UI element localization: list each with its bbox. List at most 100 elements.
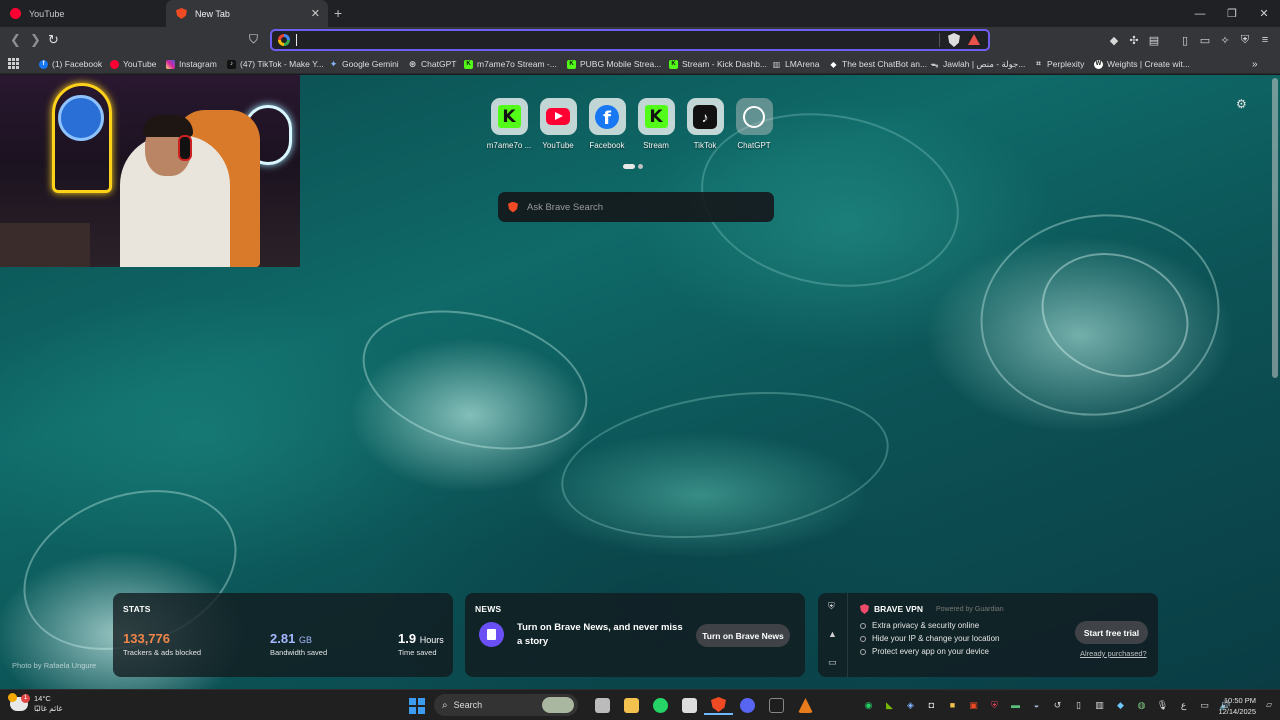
window-close-button[interactable]: ✕: [1248, 0, 1280, 27]
bookmark-kick-dashboard[interactable]: K Stream - Kick Dashb...: [669, 57, 767, 71]
tab-label: YouTube: [29, 8, 65, 19]
top-site-stream[interactable]: K Stream: [637, 98, 675, 150]
site-label: ChatGPT: [737, 141, 771, 150]
bookmark-gemini[interactable]: ✦ Google Gemini: [329, 57, 399, 71]
shield-tray-icon[interactable]: ⛨: [984, 698, 1005, 712]
bookmark-perplexity[interactable]: ⌗ Perplexity: [1034, 57, 1084, 71]
minimize-button[interactable]: —: [1184, 0, 1216, 27]
vpn-header: BRAVE VPN Powered by Guardian: [860, 604, 1004, 614]
facebook-icon: f: [595, 104, 619, 129]
news-card: NEWS Turn on Brave News, and never miss …: [465, 593, 805, 677]
pager-dot[interactable]: [638, 164, 643, 169]
whatsapp-icon[interactable]: [646, 696, 675, 715]
nvidia-icon[interactable]: ◣: [879, 698, 900, 712]
leo-ai-icon[interactable]: ✧: [1215, 33, 1235, 47]
bookmark-instagram[interactable]: Instagram: [166, 57, 217, 71]
menu-icon[interactable]: ≡: [1255, 33, 1275, 47]
apps-grid-icon[interactable]: [8, 58, 19, 69]
back-button[interactable]: ❮: [10, 32, 21, 48]
vpn-shield-icon[interactable]: ⛨: [828, 601, 835, 612]
scrollbar[interactable]: [1272, 78, 1278, 378]
talk-icon[interactable]: ▭: [828, 657, 837, 668]
clock-time: 10:50 PM: [1223, 696, 1256, 705]
desk: [0, 223, 90, 267]
start-free-trial-button[interactable]: Start free trial: [1075, 621, 1148, 644]
app-tray-icon[interactable]: ↺: [1047, 698, 1068, 712]
clock[interactable]: 10:50 PM 12/14/2025: [1196, 695, 1256, 717]
bookmark-m7ame7o-stream[interactable]: Km7ame7o Stream -...: [464, 57, 557, 71]
taskbar-search[interactable]: ⌕ Search: [434, 694, 578, 716]
brave-rewards-icon[interactable]: [968, 34, 980, 45]
brave-search-box[interactable]: Ask Brave Search: [498, 192, 774, 222]
top-site-chatgpt[interactable]: ChatGPT: [735, 98, 773, 150]
rewards-icon[interactable]: ▲: [828, 629, 837, 639]
app-tray-icon[interactable]: ■: [942, 698, 963, 712]
notification-icon[interactable]: ▱: [1266, 700, 1272, 709]
app-tray-icon[interactable]: ◆: [1110, 698, 1131, 712]
sidebar-icon[interactable]: ▯: [1175, 33, 1195, 47]
bookmark-facebook[interactable]: f (1) Facebook: [39, 57, 102, 71]
bookmark-label: PUBG Mobile Strea...: [580, 59, 662, 69]
vpn-icon[interactable]: ⛨: [1235, 33, 1255, 47]
discord-icon[interactable]: [733, 696, 762, 715]
bookmark-chatgpt[interactable]: ⊛ ChatGPT: [408, 57, 457, 71]
facebook-icon: f: [39, 59, 48, 69]
app-tray-icon[interactable]: ▬: [1005, 698, 1026, 712]
brave-browser-icon[interactable]: [704, 696, 733, 715]
restore-button[interactable]: ❐: [1216, 0, 1248, 27]
usb-icon[interactable]: ▯: [1068, 698, 1089, 712]
bookmark-weights[interactable]: W Weights | Create wit...: [1094, 57, 1190, 71]
whatsapp-tray-icon[interactable]: ◉: [858, 698, 879, 712]
turn-on-news-button[interactable]: Turn on Brave News: [696, 624, 790, 647]
reload-button[interactable]: ↻: [48, 32, 59, 48]
bookmark-youtube[interactable]: YouTube: [110, 57, 156, 71]
customize-gear-icon[interactable]: ⚙: [1236, 97, 1247, 111]
app-tray-icon[interactable]: ▥: [1089, 698, 1110, 712]
wallet-panel-icon[interactable]: ▭: [1195, 33, 1215, 47]
windows-start-icon[interactable]: [409, 698, 425, 714]
pager-dot-active[interactable]: [623, 164, 635, 169]
address-bar[interactable]: [270, 29, 990, 51]
bookmark-jawlah[interactable]: ᯓ Jawlah | جولة - منص...: [930, 57, 1026, 71]
app-icon[interactable]: [791, 696, 820, 715]
xbox-icon[interactable]: ◍: [1131, 698, 1152, 712]
close-icon[interactable]: ✕: [311, 7, 320, 20]
brave-shields-icon[interactable]: [948, 33, 960, 47]
bookmarks-overflow-icon[interactable]: »: [1252, 57, 1258, 71]
tab-youtube[interactable]: YouTube: [0, 0, 166, 27]
weather-widget[interactable]: 1 14°C غائم غالبًا: [8, 693, 62, 714]
media-icon[interactable]: ▤: [1144, 33, 1164, 47]
bookmark-pubg-stream[interactable]: K PUBG Mobile Strea...: [567, 57, 661, 71]
language-indicator[interactable]: ع: [1173, 698, 1194, 712]
forward-button[interactable]: ❯: [30, 32, 41, 48]
terminal-icon[interactable]: [762, 696, 791, 715]
bookmark-icon[interactable]: ⛉: [249, 32, 258, 47]
app-tray-icon[interactable]: ▣: [963, 698, 984, 712]
top-site-youtube[interactable]: YouTube: [539, 98, 577, 150]
brave-icon: [176, 8, 187, 19]
youtube-icon: [10, 8, 21, 19]
gamepad-icon[interactable]: ◘: [921, 698, 942, 712]
new-tab-button[interactable]: +: [334, 5, 342, 21]
snipping-tool-icon[interactable]: [675, 696, 704, 715]
photo-credit[interactable]: Photo by Rafaela Ungure: [12, 661, 96, 670]
microphone-icon[interactable]: 🎙: [1152, 698, 1173, 712]
task-view-icon[interactable]: [588, 696, 617, 715]
vpn-feature-text: Protect every app on your device: [872, 647, 989, 656]
tab-new-tab[interactable]: New Tab ✕: [166, 0, 328, 27]
already-purchased-link[interactable]: Already purchased?: [1080, 649, 1147, 658]
extensions-icon[interactable]: ✣: [1124, 33, 1144, 47]
top-site-facebook[interactable]: f Facebook: [588, 98, 626, 150]
site-label: Stream: [643, 141, 669, 150]
wallet-icon[interactable]: ◆: [1104, 33, 1124, 47]
top-site-tiktok[interactable]: ♪ TikTok: [686, 98, 724, 150]
site-tile: ♪: [686, 98, 724, 135]
copilot-icon[interactable]: ◈: [900, 698, 921, 712]
bookmark-lmarena[interactable]: ▥ LMArena: [772, 57, 820, 71]
top-site-m7ame7o[interactable]: K m7ame7o ...: [487, 98, 531, 150]
file-explorer-icon[interactable]: [617, 696, 646, 715]
bookmark-tiktok[interactable]: ♪ (47) TikTok - Make Y...: [227, 57, 324, 71]
wave-swirl: [347, 287, 603, 473]
bookmark-chatbot[interactable]: ◆ The best ChatBot an...: [829, 57, 927, 71]
steam-icon[interactable]: ◒: [1026, 698, 1047, 712]
